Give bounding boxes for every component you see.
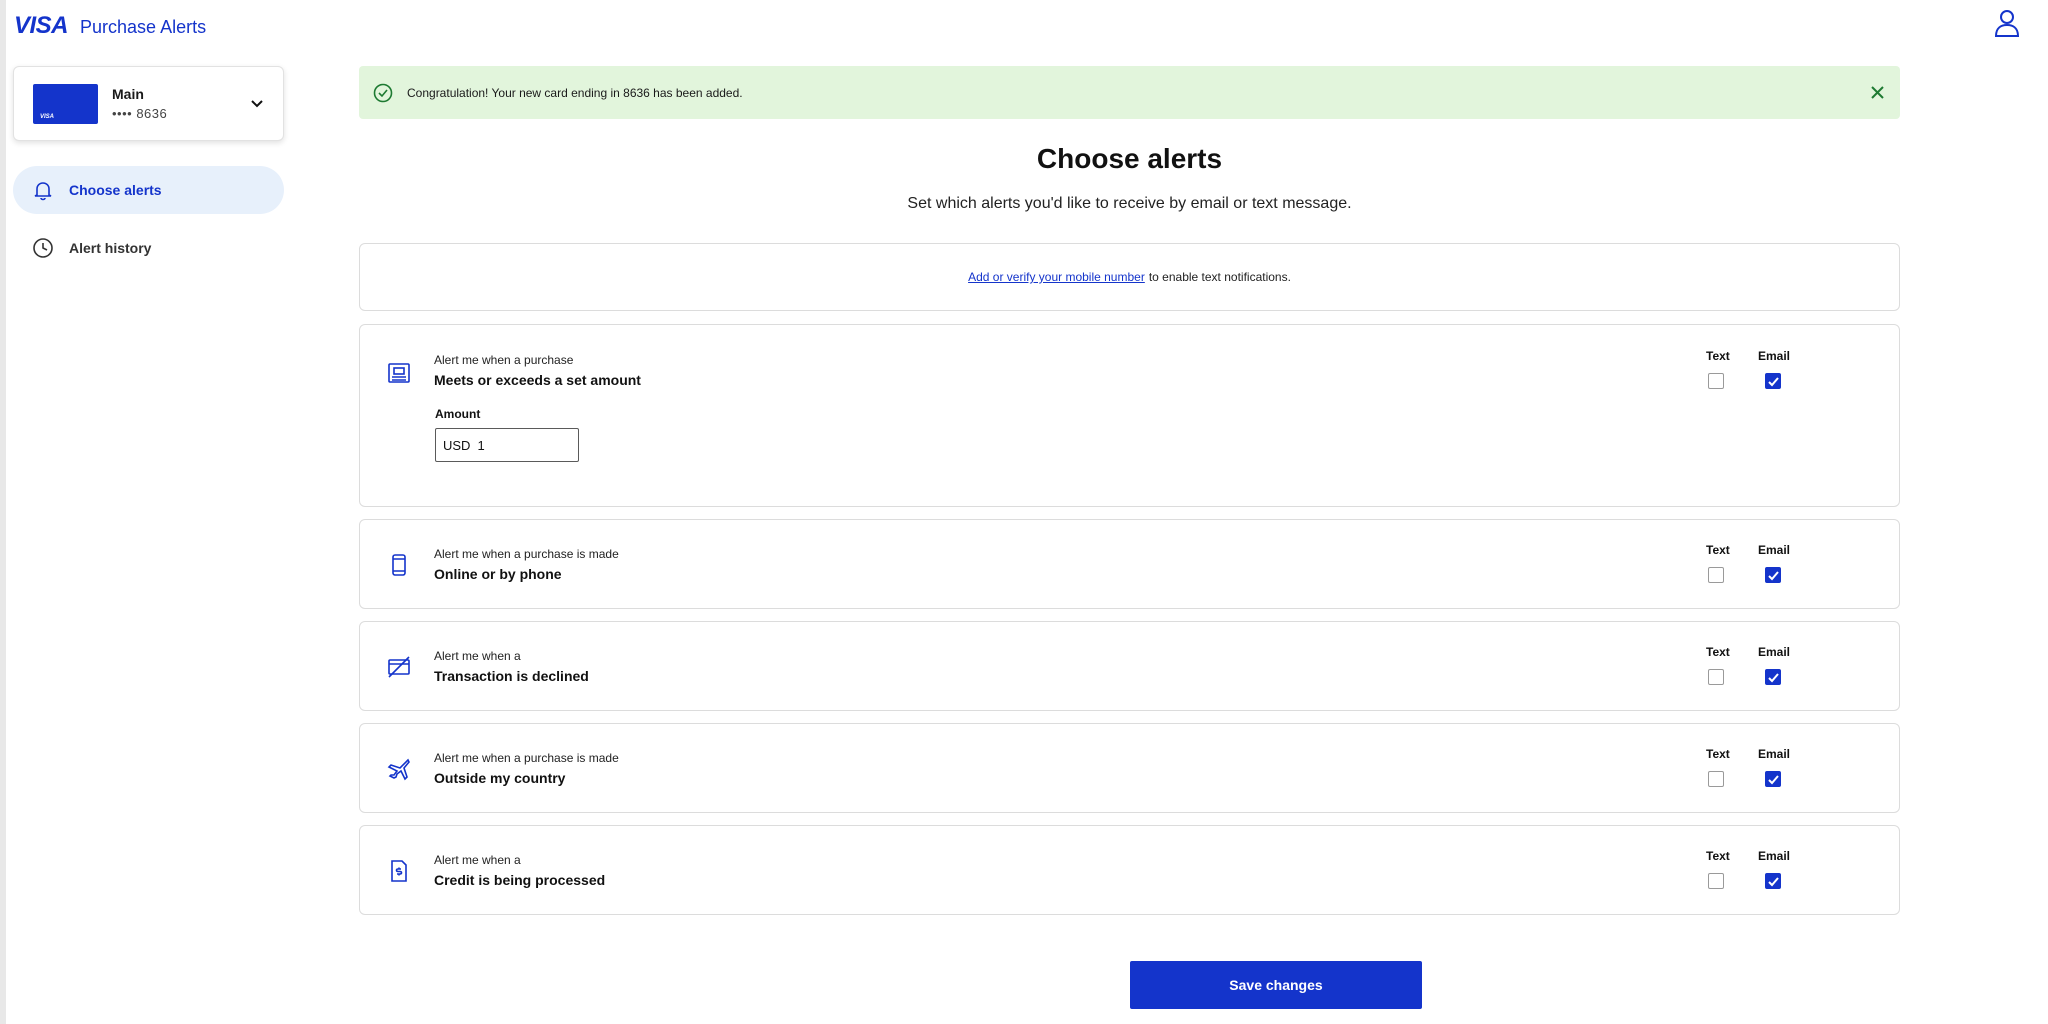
checkmark-icon xyxy=(1768,775,1779,785)
text-column-label: Text xyxy=(1706,645,1730,659)
page-subtitle: Set which alerts you'd like to receive b… xyxy=(907,195,1352,212)
success-banner: Congratulation! Your new card ending in … xyxy=(359,66,1900,119)
amount-label: Amount xyxy=(435,407,481,421)
card-info: Main •••• 8636 xyxy=(112,86,167,121)
airplane-icon xyxy=(387,758,410,781)
alert-title: Outside my country xyxy=(434,770,566,786)
clock-icon xyxy=(33,238,53,258)
alert-pre-text: Alert me when a xyxy=(434,853,521,867)
card-thumb-logo: VISA xyxy=(40,113,55,120)
email-checkbox[interactable] xyxy=(1765,373,1781,389)
phone-icon xyxy=(392,554,406,576)
text-column-label: Text xyxy=(1706,849,1730,863)
banner-message: Congratulation! Your new card ending in … xyxy=(407,85,743,100)
amount-field[interactable]: USD xyxy=(435,428,579,462)
email-checkbox[interactable] xyxy=(1765,669,1781,685)
alert-pre-text: Alert me when a xyxy=(434,649,521,663)
card-declined-icon xyxy=(388,656,410,678)
card-name: Main xyxy=(112,86,144,102)
mobile-number-panel: Add or verify your mobile number to enab… xyxy=(359,243,1900,311)
alert-title: Transaction is declined xyxy=(434,668,589,684)
text-column-label: Text xyxy=(1706,747,1730,761)
text-column-label: Text xyxy=(1706,543,1730,557)
alert-title: Meets or exceeds a set amount xyxy=(434,372,641,388)
receipt-icon xyxy=(388,363,410,383)
email-checkbox[interactable] xyxy=(1765,873,1781,889)
checkmark-icon xyxy=(1768,377,1779,387)
sidebar-item-label: Choose alerts xyxy=(69,182,162,198)
user-icon[interactable] xyxy=(1992,8,2022,38)
alert-pre-text: Alert me when a purchase xyxy=(434,353,574,367)
amount-input[interactable] xyxy=(477,437,568,453)
page-title: Choose alerts xyxy=(1036,143,1223,174)
text-checkbox[interactable] xyxy=(1708,669,1724,685)
email-checkbox[interactable] xyxy=(1765,771,1781,787)
checkmark-icon xyxy=(1768,877,1779,887)
alert-title: Credit is being processed xyxy=(434,872,606,888)
card-thumbnail: VISA xyxy=(33,83,98,124)
credit-doc-icon xyxy=(391,860,407,882)
email-column-label: Email xyxy=(1758,747,1791,761)
add-mobile-number-link[interactable]: Add or verify your mobile number xyxy=(968,270,1145,284)
visa-logo: VISA xyxy=(14,12,69,39)
alert-card-amount: Alert me when a purchase Meets or exceed… xyxy=(359,324,1900,507)
alert-pre-text: Alert me when a purchase is made xyxy=(434,547,619,561)
check-circle-icon xyxy=(373,83,393,102)
window-edge xyxy=(0,0,6,1024)
text-checkbox[interactable] xyxy=(1708,567,1724,583)
card-selector[interactable]: VISA Main •••• 8636 xyxy=(13,66,284,141)
email-column-label: Email xyxy=(1758,349,1791,363)
amount-currency: USD xyxy=(443,437,471,453)
sidebar-item-choose-alerts[interactable]: Choose alerts xyxy=(13,166,284,214)
sidebar-item-alert-history[interactable]: Alert history xyxy=(13,224,284,272)
app-title: Purchase Alerts xyxy=(80,17,207,37)
text-checkbox[interactable] xyxy=(1708,373,1724,389)
brand: VISA Purchase Alerts xyxy=(14,12,206,40)
alert-card-online: Alert me when a purchase is made Online … xyxy=(359,519,1900,609)
text-checkbox[interactable] xyxy=(1708,873,1724,889)
alert-card-credit: Alert me when a Credit is being processe… xyxy=(359,825,1900,915)
alert-pre-text: Alert me when a purchase is made xyxy=(434,751,619,765)
text-checkbox[interactable] xyxy=(1708,771,1724,787)
email-column-label: Email xyxy=(1758,849,1791,863)
sidebar-item-label: Alert history xyxy=(69,240,152,256)
card-number: •••• 8636 xyxy=(112,106,168,121)
save-changes-button[interactable]: Save changes xyxy=(1130,961,1422,1009)
checkmark-icon xyxy=(1768,571,1779,581)
alert-card-outside-country: Alert me when a purchase is made Outside… xyxy=(359,723,1900,813)
email-column-label: Email xyxy=(1758,645,1791,659)
email-column-label: Email xyxy=(1758,543,1791,557)
checkmark-icon xyxy=(1768,673,1779,683)
alert-card-declined: Alert me when a Transaction is declined … xyxy=(359,621,1900,711)
close-icon[interactable] xyxy=(1869,84,1886,101)
bell-icon xyxy=(34,182,52,201)
text-column-label: Text xyxy=(1706,349,1730,363)
email-checkbox[interactable] xyxy=(1765,567,1781,583)
mobile-suffix-text: to enable text notifications. xyxy=(1148,270,1291,284)
chevron-down-icon xyxy=(251,100,263,108)
alert-title: Online or by phone xyxy=(434,566,562,582)
